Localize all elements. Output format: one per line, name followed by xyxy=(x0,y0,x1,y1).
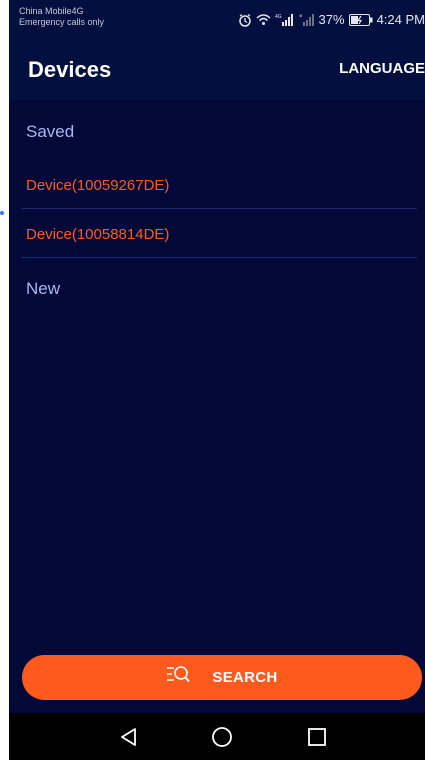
home-circle-icon[interactable] xyxy=(210,725,234,749)
recents-square-icon[interactable] xyxy=(305,725,329,749)
search-button-label: SEARCH xyxy=(212,669,278,686)
back-triangle-icon[interactable] xyxy=(117,725,141,749)
edge-marker xyxy=(0,211,4,215)
wifi-icon xyxy=(256,13,271,26)
svg-text:4G: 4G xyxy=(275,14,282,20)
saved-device-item[interactable]: Device(10059267DE) xyxy=(26,164,416,208)
status-icons: 4G × 37% 4:24 PM xyxy=(238,12,425,27)
language-button[interactable]: LANGUAGE xyxy=(339,60,425,77)
svg-text:×: × xyxy=(299,14,303,20)
saved-device-item[interactable]: Device(10058814DE) xyxy=(26,213,416,257)
signal-4g-icon: 4G xyxy=(275,13,295,26)
system-nav-bar xyxy=(9,713,425,760)
alarm-icon xyxy=(238,13,252,27)
carrier-name: China Mobile4G xyxy=(19,6,84,16)
clock-time: 4:24 PM xyxy=(376,12,425,27)
carrier-info: China Mobile4G Emergency calls only xyxy=(19,6,104,28)
list-search-icon xyxy=(166,664,191,691)
emergency-text: Emergency calls only xyxy=(19,17,105,27)
battery-icon xyxy=(348,13,373,26)
app-bar: Devices LANGUAGE xyxy=(9,40,425,100)
battery-percent: 37% xyxy=(318,12,345,27)
new-section-label: New xyxy=(26,279,61,298)
signal-empty-icon: × xyxy=(299,13,315,26)
app-screen: China Mobile4G Emergency calls only 4G ×… xyxy=(9,0,425,760)
search-button[interactable]: SEARCH xyxy=(22,655,422,700)
list-divider xyxy=(21,208,417,209)
list-divider xyxy=(21,257,417,258)
status-bar: China Mobile4G Emergency calls only 4G ×… xyxy=(9,0,425,40)
saved-section-label: Saved xyxy=(26,122,75,141)
page-title: Devices xyxy=(28,57,112,82)
